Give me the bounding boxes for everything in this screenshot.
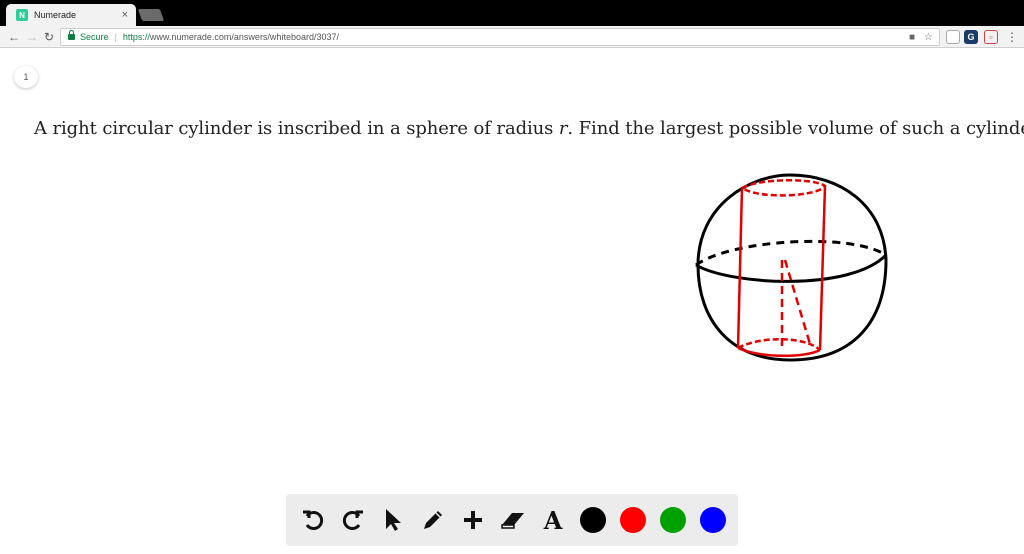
color-black-swatch[interactable] (580, 507, 606, 533)
text-tool-label: A (543, 505, 563, 535)
shield-extension-icon[interactable]: ▫ (984, 30, 998, 44)
equator-back-dashed (695, 239, 887, 267)
eraser-icon[interactable] (500, 507, 526, 533)
undo-icon[interactable] (300, 507, 326, 533)
grammarly-extension-icon[interactable]: G (964, 30, 978, 44)
plus-icon[interactable] (460, 507, 486, 533)
bookmark-star-icon[interactable]: ☆ (924, 32, 933, 43)
color-red-swatch[interactable] (620, 507, 646, 533)
tab-title: Numerade (34, 10, 77, 20)
text-icon[interactable]: A (540, 505, 566, 535)
pencil-icon[interactable] (420, 507, 446, 533)
secure-label: Secure (80, 32, 109, 42)
color-blue-swatch[interactable] (700, 507, 726, 533)
pointer-icon[interactable] (380, 507, 406, 533)
omnibox-actions: ■ ☆ (909, 32, 933, 43)
sphere-outline (696, 173, 888, 362)
cylinder-top-ellipse (739, 179, 827, 197)
question-text-start: A right circular cylinder is inscribed i… (34, 118, 559, 139)
browser-tab[interactable]: N Numerade × (6, 4, 136, 26)
forward-arrow-icon[interactable]: → (26, 29, 38, 45)
color-green-swatch[interactable] (660, 507, 686, 533)
menu-icon[interactable]: ⋮ (1006, 29, 1018, 45)
tab-close-icon[interactable]: × (122, 9, 128, 21)
sphere-cylinder-drawing (695, 173, 888, 362)
url-protocol: https:// (122, 32, 150, 42)
whiteboard-toolbar: A (286, 494, 738, 546)
page-number-badge[interactable]: 1 (14, 66, 38, 88)
omnibox-separator: | (114, 32, 117, 42)
numerade-favicon-icon: N (16, 9, 28, 21)
cylinder-left-side (736, 187, 744, 349)
reload-icon[interactable]: ↻ (44, 29, 54, 45)
browser-toolbar: ← → ↻ Secure | https:// www.numerade.com… (0, 26, 1024, 48)
question-text-end: . Find the largest possible volume of su… (567, 118, 1024, 139)
back-arrow-icon[interactable]: ← (8, 29, 20, 45)
extension-icon[interactable] (946, 30, 960, 44)
redo-icon[interactable] (340, 507, 366, 533)
tab-bar: N Numerade × (0, 0, 1024, 26)
cylinder-right-side (818, 185, 827, 351)
url-path: www.numerade.com/answers/whiteboard/3037… (149, 32, 339, 42)
question-text: A right circular cylinder is inscribed i… (34, 118, 1024, 139)
cylinder-bottom-back (737, 338, 821, 351)
new-tab-button[interactable] (137, 9, 165, 21)
radius-dashed-line (783, 259, 812, 345)
lock-icon (68, 30, 75, 40)
address-bar[interactable]: Secure | https:// www.numerade.com/answe… (60, 28, 940, 46)
camera-icon[interactable]: ■ (909, 32, 915, 43)
